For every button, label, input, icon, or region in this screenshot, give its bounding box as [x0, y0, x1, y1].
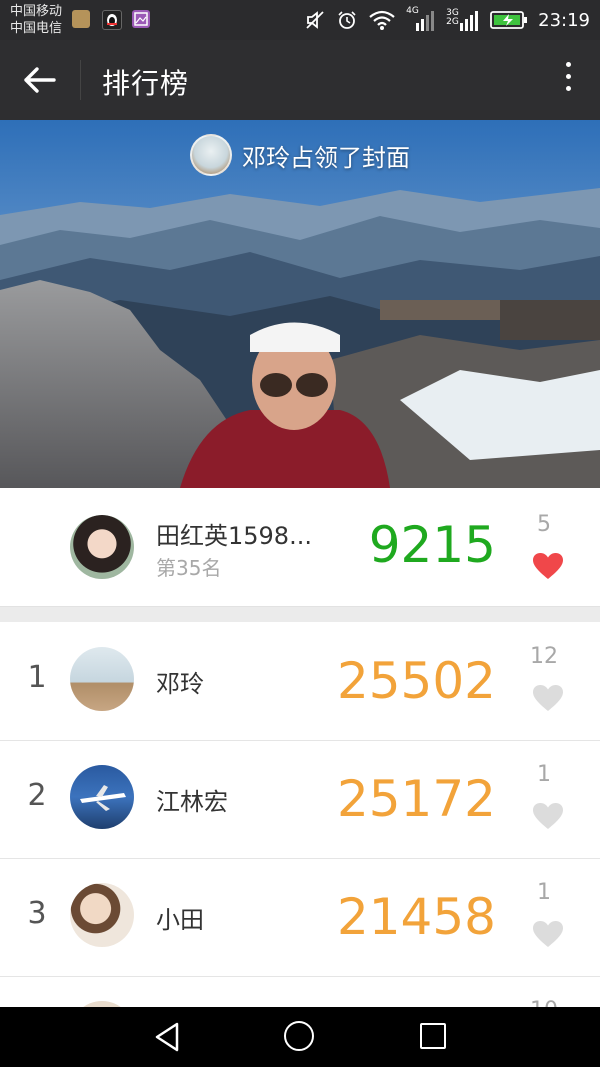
network-2g-label: 2G — [446, 17, 459, 27]
more-vertical-icon[interactable] — [564, 62, 572, 98]
ranking-like-count: 1 — [537, 880, 551, 905]
rank-number: 1 — [27, 660, 47, 695]
ranking-row[interactable]: 2 江林宏 25172 1 — [0, 740, 600, 859]
ranking-like-count: 1 — [537, 762, 551, 787]
battery-charging-icon — [490, 11, 528, 29]
signal-3g2g-icon: 3G 2G — [446, 7, 480, 33]
my-rank-label: 第35名 — [156, 556, 222, 580]
ranking-step-count: 25502 — [336, 652, 496, 710]
my-ranking-row[interactable]: 田红英1598... 第35名 9215 5 — [0, 488, 600, 606]
header-divider — [80, 60, 81, 100]
section-gap — [0, 606, 600, 623]
avatar[interactable] — [70, 647, 134, 711]
carrier-info: 中国移动 中国电信 — [10, 3, 62, 37]
avatar[interactable] — [70, 883, 134, 947]
status-bar: 中国移动 中国电信 4G 3G 2G 23:19 — [0, 0, 600, 40]
nav-back-icon[interactable] — [152, 1021, 182, 1053]
heart-icon[interactable] — [532, 552, 564, 580]
page-title: 排行榜 — [102, 67, 190, 100]
wifi-icon — [369, 10, 395, 30]
nav-home-icon[interactable] — [284, 1021, 314, 1051]
my-like-count: 5 — [537, 512, 551, 537]
ranking-name: 邓玲 — [156, 670, 204, 698]
alarm-icon — [338, 11, 356, 29]
cover-caption: 邓玲占领了封面 — [0, 134, 600, 176]
ranking-step-count: 21458 — [336, 888, 496, 946]
ranking-like-count: 10 — [524, 998, 564, 1007]
ranking-row[interactable]: 1 邓玲 25502 12 — [0, 622, 600, 741]
cover-image[interactable]: 邓玲占领了封面 — [0, 120, 600, 488]
carrier-1: 中国移动 — [10, 4, 63, 19]
network-4g-label: 4G — [406, 6, 419, 16]
my-step-count: 9215 — [368, 516, 496, 574]
mute-icon — [306, 11, 324, 29]
back-arrow-icon[interactable] — [22, 64, 58, 96]
ranking-row[interactable]: 3 小田 21458 1 — [0, 858, 600, 977]
qq-icon — [102, 10, 122, 30]
ranking-name: 江林宏 — [156, 788, 228, 816]
cover-owner-avatar — [190, 134, 232, 176]
clock: 23:19 — [538, 9, 590, 31]
gallery-icon — [132, 10, 150, 28]
app-notification-icon — [72, 10, 90, 28]
app-header: 排行榜 — [0, 40, 600, 120]
my-name: 田红英1598... — [156, 522, 312, 550]
ranking-step-count: 25172 — [336, 770, 496, 828]
ranking-like-count: 12 — [530, 644, 558, 669]
nav-recent-icon[interactable] — [420, 1023, 446, 1049]
heart-icon[interactable] — [532, 802, 564, 830]
ranking-list: 1 邓玲 25502 12 2 江林宏 25172 1 3 小田 21458 1… — [0, 622, 600, 1007]
rank-number: 3 — [27, 896, 47, 931]
cover-caption-text: 邓玲占领了封面 — [242, 143, 410, 172]
heart-icon[interactable] — [532, 684, 564, 712]
heart-icon[interactable] — [532, 920, 564, 948]
signal-4g-icon: 4G — [406, 7, 436, 33]
ranking-name: 小田 — [156, 906, 204, 934]
system-nav-bar — [0, 1007, 600, 1067]
ranking-row[interactable]: 10 — [0, 976, 600, 1007]
rank-number: 2 — [27, 778, 47, 813]
carrier-2: 中国电信 — [10, 21, 63, 36]
avatar[interactable] — [70, 515, 134, 579]
avatar[interactable] — [70, 765, 134, 829]
